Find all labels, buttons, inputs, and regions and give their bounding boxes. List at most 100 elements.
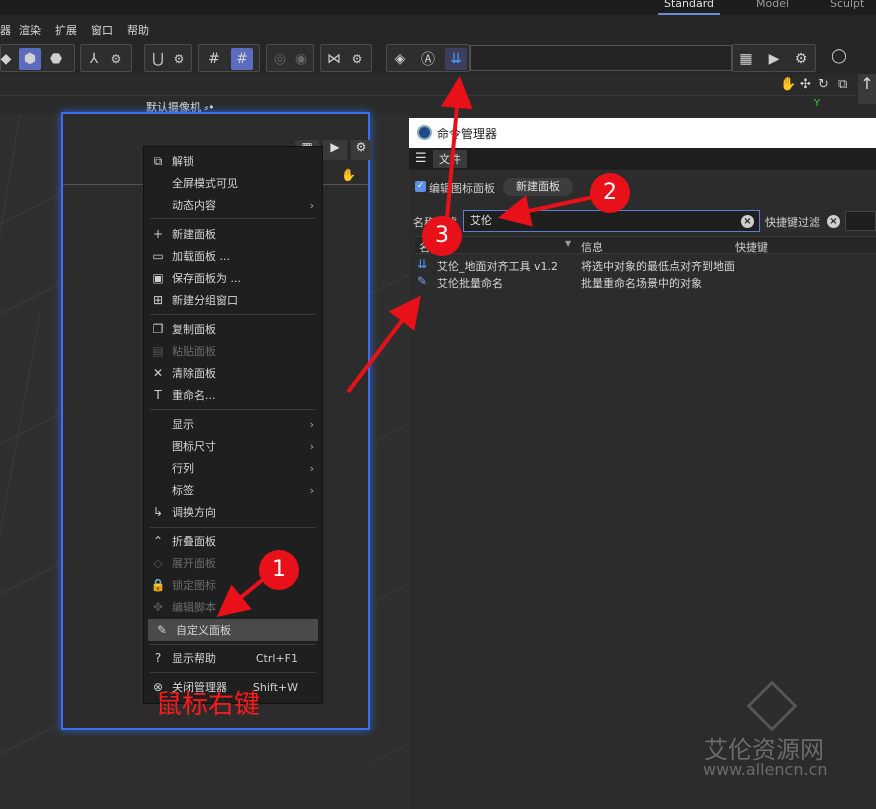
sort-arrow-icon[interactable]: ▼	[565, 239, 571, 248]
symmetry-icon[interactable]: ⋈	[323, 48, 345, 70]
menu-separator	[150, 644, 316, 645]
rotate-icon[interactable]: ↻	[818, 77, 829, 92]
menu-item-label: 自定义面板	[176, 624, 231, 637]
clapper-icon[interactable]: ▦	[735, 48, 757, 70]
swap-arrow-icon: ↳	[152, 505, 164, 519]
command-manager-menubar: ☰ 文件	[409, 148, 876, 170]
table-row[interactable]: ⇊ 艾伦_地面对齐工具 v1.2 将选中对象的最低点对齐到地面	[415, 256, 876, 273]
paste-icon: ▤	[152, 344, 164, 358]
watermark-url: www.allencn.cn	[703, 760, 828, 779]
toolbar-group-objects: ◆ ⬢ ⬣	[0, 44, 75, 72]
hand-pan-icon[interactable]: ✋	[341, 168, 356, 182]
symmetry-gear-icon[interactable]: ⚙	[346, 48, 368, 70]
menu-item-partial[interactable]: 器	[0, 22, 11, 38]
save-icon: ▣	[152, 271, 164, 285]
command-name: 艾伦_地面对齐工具 v1.2	[437, 260, 558, 273]
grid-snap-icon[interactable]: #	[231, 48, 253, 70]
cube-icon[interactable]: ◆	[0, 48, 17, 70]
menu-item-icon-size[interactable]: 图标尺寸 ›	[144, 435, 322, 457]
menu-item-copy-panel[interactable]: ❐ 复制面板	[144, 318, 322, 340]
user-avatar-icon[interactable]: ◯	[828, 45, 850, 67]
grid-icon[interactable]: #	[203, 48, 225, 70]
copy-icon: ❐	[152, 322, 164, 336]
chevron-right-icon: ›	[309, 439, 314, 453]
window-title: 命令管理器	[437, 127, 498, 141]
name-filter-input[interactable]: 艾伦	[463, 210, 760, 232]
menu-item-label: 动态内容	[172, 199, 216, 212]
shortcut-filter-input[interactable]	[845, 211, 876, 231]
menu-item-paste-panel[interactable]: ▤ 粘贴面板	[144, 340, 322, 362]
hand-pan-icon[interactable]: ✋	[780, 77, 796, 92]
new-panel-button[interactable]: 新建面板	[503, 178, 573, 196]
collapse-icon: ⌃	[152, 534, 164, 548]
menu-item-rename[interactable]: T 重命名...	[144, 384, 322, 406]
toolbar-group-symmetry: ⋈ ⚙	[320, 44, 372, 72]
table-row[interactable]: ✎ 艾伦批量命名 批量重命名场景中的对象	[415, 273, 876, 290]
lock-icon: 🔒	[150, 578, 166, 592]
toolbar-group-custom: ◈ Ⓐ ⇊	[386, 44, 470, 72]
menu-item-customize-panel[interactable]: ✎ 自定义面板	[148, 619, 318, 641]
menu-item-label: 标签	[172, 484, 194, 497]
menu-item-load-panel[interactable]: ▭ 加载面板 ...	[144, 245, 322, 267]
close-icon: ✕	[152, 366, 164, 380]
layout-tab-model[interactable]: Model	[756, 0, 789, 15]
menu-item-rows-columns[interactable]: 行列 ›	[144, 457, 322, 479]
menu-item-edit-script[interactable]: ✥ 编辑脚本	[144, 596, 322, 618]
shortcut-filter-label: 快捷键过滤	[765, 216, 820, 229]
menu-item-display[interactable]: 显示 ›	[144, 413, 322, 435]
column-shortcut-header[interactable]: 快捷键	[735, 239, 768, 255]
chevron-right-icon: ›	[309, 417, 314, 431]
command-manager-window: 命令管理器 ☰ 文件 ✓ 编辑图标面板 新建面板 名称过滤 艾伦 × 快捷键过滤…	[409, 118, 876, 809]
menu-item-save-panel[interactable]: ▣ 保存面板为 ...	[144, 267, 322, 289]
command-name: 艾伦批量命名	[437, 277, 503, 290]
magnet-icon[interactable]: ⋃	[147, 48, 169, 70]
layout-tab-sculpt[interactable]: Sculpt	[830, 0, 864, 15]
axis-icon[interactable]: ⅄	[83, 48, 105, 70]
menu-separator	[150, 314, 316, 315]
menu-separator	[150, 218, 316, 219]
radial-icon[interactable]: ◎	[269, 48, 291, 70]
render-settings-icon[interactable]: ⚙	[351, 140, 371, 160]
shortcut-label: Ctrl+F1	[255, 651, 298, 665]
menu-item-collapse-panel[interactable]: ⌃ 折叠面板	[144, 530, 322, 552]
layout-tab-standard[interactable]: Standard	[658, 0, 721, 15]
menu-item-label: 解锁	[172, 155, 194, 168]
up-arrow-icon[interactable]: ↑	[858, 74, 876, 104]
menu-item-clear-panel[interactable]: ✕ 清除面板	[144, 362, 322, 384]
menu-item-show-help[interactable]: ? 显示帮助 Ctrl+F1	[144, 647, 322, 669]
menu-item-new-panel[interactable]: + 新建面板	[144, 223, 322, 245]
menu-item-extensions[interactable]: 扩展	[55, 22, 77, 38]
menu-item-tags[interactable]: 标签 ›	[144, 479, 322, 501]
settings-gear-icon[interactable]: ⚙	[105, 48, 127, 70]
maximize-icon[interactable]: ⧉	[838, 77, 847, 92]
menu-item-label: 展开面板	[172, 557, 216, 570]
chevron-right-icon: ›	[309, 483, 314, 497]
menu-item-help[interactable]: 帮助	[127, 22, 149, 38]
render-settings-icon[interactable]: ⚙	[790, 48, 812, 70]
step-badge-2: 2	[590, 173, 630, 213]
eye-icon[interactable]: ◈	[389, 48, 411, 70]
menu-file[interactable]: 文件	[433, 150, 467, 168]
snap-gear-icon[interactable]: ⚙	[168, 48, 190, 70]
menu-item-new-group-window[interactable]: ⊞ 新建分组窗口	[144, 289, 322, 311]
chevron-right-icon: ›	[309, 461, 314, 475]
clear-name-filter-icon[interactable]: ×	[741, 215, 754, 228]
render-view-icon[interactable]: ▶	[323, 140, 347, 160]
menu-item-dynamic-content[interactable]: 动态内容 ›	[144, 194, 322, 216]
menu-item-fullscreen-visible[interactable]: 全屏模式可见	[144, 172, 322, 194]
object-mode-icon[interactable]: ⬣	[45, 48, 67, 70]
radial-gear-icon[interactable]: ◉	[290, 48, 312, 70]
ground-align-icon[interactable]: ⇊	[445, 48, 467, 70]
menu-item-window[interactable]: 窗口	[91, 22, 113, 38]
a-letter-icon[interactable]: Ⓐ	[417, 48, 439, 70]
model-mode-icon[interactable]: ⬢	[19, 48, 41, 70]
edit-icon-panel-checkbox[interactable]: ✓	[415, 181, 426, 192]
render-view-icon[interactable]: ▶	[763, 48, 785, 70]
menu-item-swap-orientation[interactable]: ↳ 调换方向	[144, 501, 322, 523]
menu-item-render[interactable]: 渲染	[19, 22, 41, 38]
column-info-header[interactable]: 信息	[581, 239, 603, 255]
hamburger-menu-icon[interactable]: ☰	[415, 151, 427, 166]
move-arrows-icon[interactable]: ✣	[800, 77, 811, 92]
menu-item-unlock[interactable]: ⧉ 解锁	[144, 150, 322, 172]
clear-shortcut-filter-icon[interactable]: ×	[827, 215, 840, 228]
